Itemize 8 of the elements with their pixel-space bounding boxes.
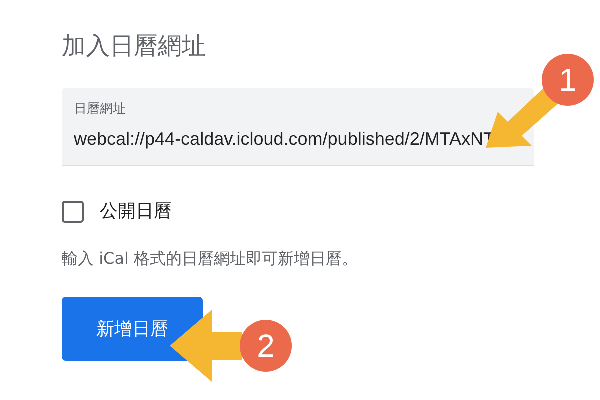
add-button[interactable]: 新增日曆 (62, 297, 203, 361)
field-label: 日曆網址 (74, 101, 127, 119)
step-number: 1 (542, 54, 594, 106)
public-checkbox[interactable] (62, 200, 84, 222)
checkbox-label: 公開日曆 (100, 200, 172, 224)
page-title: 加入日曆網址 (62, 31, 207, 62)
step-number: 2 (240, 320, 292, 372)
help-text: 輸入 iCal 格式的日曆網址即可新增日曆。 (62, 248, 360, 270)
